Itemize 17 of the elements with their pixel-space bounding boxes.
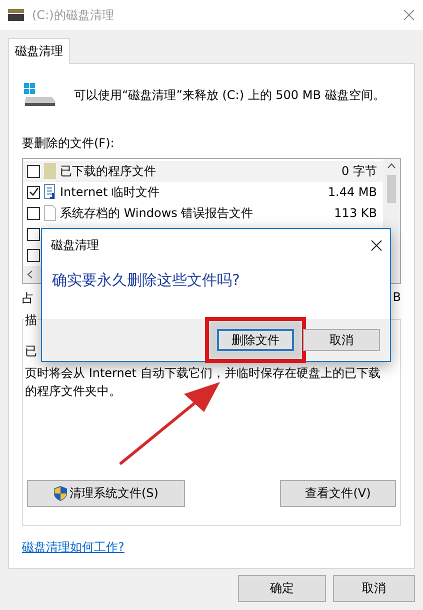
window-title: (C:)的磁盘清理 xyxy=(32,6,115,24)
dialog-message: 确实要永久删除这些文件吗? xyxy=(52,271,240,290)
file-size: 1.44 MB xyxy=(328,185,377,200)
file-name: 已下载的程序文件 xyxy=(60,162,157,180)
description-text: 页时将会从 Internet 自动下载它们，并临时保存在硬盘上的已下载 xyxy=(25,364,382,382)
file-size: 113 KB xyxy=(334,206,377,220)
description-text: 的程序文件夹中。 xyxy=(25,382,122,400)
description-text: 已 xyxy=(25,342,38,360)
file-name: 系统存档的 Windows 错误报告文件 xyxy=(60,204,254,222)
group-label: 描 xyxy=(24,312,38,329)
dialog-title: 磁盘清理 xyxy=(51,236,99,254)
space-message: 可以使用“磁盘清理”来释放 (C:) 上的 500 MB 磁盘空间。 xyxy=(74,86,385,104)
total-value: B xyxy=(392,290,401,306)
file-name: Internet 临时文件 xyxy=(60,184,160,201)
total-label: 占 xyxy=(22,290,34,307)
files-label: 要删除的文件(F): xyxy=(22,134,116,152)
file-size: 0 字节 xyxy=(342,162,377,180)
